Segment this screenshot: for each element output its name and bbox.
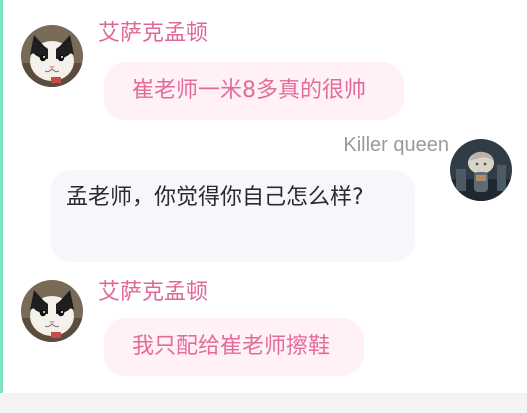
sender-name: Killer queen (343, 134, 449, 156)
message-bubble[interactable]: 孟老师，你觉得你自己怎么样? (50, 170, 415, 262)
bottom-bar (0, 393, 527, 413)
message-bubble[interactable]: 我只配给崔老师擦鞋 (104, 318, 364, 376)
cat-avatar-icon[interactable] (21, 25, 83, 87)
message-text: 我只配给崔老师擦鞋 (132, 334, 331, 359)
sender-name: 艾萨克孟顿 (98, 280, 209, 305)
character-avatar-icon[interactable] (450, 139, 512, 201)
message-text: 崔老师一米8多真的很帅 (132, 78, 366, 103)
sender-name: 艾萨克孟顿 (98, 21, 209, 46)
cat-avatar-icon[interactable] (21, 280, 83, 342)
message-text: 孟老师，你觉得你自己怎么样? (66, 185, 364, 210)
message-bubble[interactable]: 崔老师一米8多真的很帅 (104, 62, 404, 120)
left-accent-strip (0, 0, 3, 413)
